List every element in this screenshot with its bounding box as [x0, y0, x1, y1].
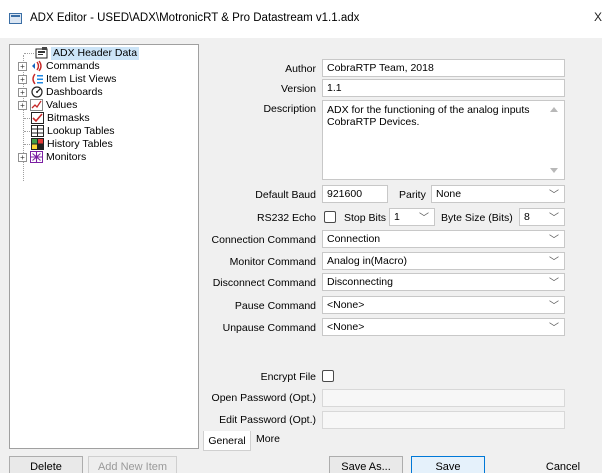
expand-icon[interactable]: + [18, 75, 27, 84]
description-label: Description [263, 103, 316, 115]
open-password-input[interactable] [322, 389, 565, 407]
default-baud-label: Default Baud [255, 189, 316, 201]
chevron-down-icon: ﹀ [549, 301, 559, 312]
parity-select[interactable]: None ﹀ [431, 185, 565, 203]
tree-item-label: Commands [46, 60, 100, 72]
tree-item-label: Lookup Tables [47, 125, 115, 137]
tree-item-adx-header-data[interactable]: ADX Header Data [14, 47, 184, 60]
chevron-down-icon: ﹀ [549, 213, 559, 224]
tab-more[interactable]: More [251, 429, 285, 449]
version-label: Version [280, 83, 316, 95]
cancel-button[interactable]: Cancel [530, 456, 596, 473]
author-label: Author [285, 63, 316, 75]
connection-command-label: Connection Command [211, 234, 316, 246]
chevron-down-icon: ﹀ [549, 323, 559, 334]
tree-item-label: Item List Views [46, 73, 117, 85]
save-button[interactable]: Save [411, 456, 485, 473]
commands-icon [30, 60, 43, 72]
default-baud-input[interactable]: 921600 [322, 185, 388, 203]
close-window-button[interactable]: X [594, 10, 602, 24]
edit-password-label: Edit Password (Opt.) [219, 414, 316, 426]
stop-bits-value: 1 [394, 211, 400, 223]
disconnect-command-value: Disconnecting [327, 276, 393, 288]
pause-command-value: <None> [327, 299, 365, 311]
connection-command-select[interactable]: Connection ﹀ [322, 230, 565, 248]
tree-item-monitors[interactable]: + Monitors [14, 151, 184, 164]
dashboards-icon [30, 86, 43, 98]
rs232-echo-checkbox[interactable] [324, 211, 336, 223]
chevron-down-icon: ﹀ [549, 190, 559, 201]
values-icon [30, 99, 43, 111]
main-client-area: ADX Header Data + Commands + Item List V… [0, 38, 602, 473]
pause-command-label: Pause Command [234, 300, 316, 312]
tree-item-dashboards[interactable]: + Dashboards [14, 86, 184, 99]
item-list-views-icon [30, 73, 43, 85]
author-input[interactable]: CobraRTP Team, 2018 [322, 59, 565, 77]
tree-item-history-tables[interactable]: History Tables [14, 138, 184, 151]
description-textarea[interactable]: ADX for the functioning of the analog in… [322, 100, 565, 180]
stop-bits-select[interactable]: 1 ﹀ [389, 208, 435, 226]
tree-item-label: Dashboards [46, 86, 103, 98]
connection-command-value: Connection [327, 233, 381, 245]
unpause-command-value: <None> [327, 321, 365, 333]
disconnect-command-select[interactable]: Disconnecting ﹀ [322, 273, 565, 291]
monitor-command-select[interactable]: Analog in(Macro) ﹀ [322, 252, 565, 270]
tree-item-item-list-views[interactable]: + Item List Views [14, 73, 184, 86]
monitor-command-value: Analog in(Macro) [327, 255, 407, 267]
window-title: ADX Editor - USED\ADX\MotronicRT & Pro D… [30, 12, 360, 24]
chevron-down-icon: ﹀ [419, 213, 429, 224]
monitor-command-label: Monitor Command [229, 256, 316, 268]
description-text: ADX for the functioning of the analog in… [327, 104, 530, 128]
header-data-form: Author CobraRTP Team, 2018 Version 1.1 D… [203, 44, 575, 451]
tab-general[interactable]: General [203, 431, 251, 451]
tree-item-values[interactable]: + Values [14, 99, 184, 112]
title-bar: ADX Editor - USED\ADX\MotronicRT & Pro D… [0, 0, 602, 38]
expand-icon[interactable]: + [18, 62, 27, 71]
rs232-echo-label: RS232 Echo [257, 212, 316, 224]
chevron-down-icon: ﹀ [549, 235, 559, 246]
expand-icon[interactable]: + [18, 153, 27, 162]
scroll-down-icon[interactable] [550, 168, 558, 173]
unpause-command-select[interactable]: <None> ﹀ [322, 318, 565, 336]
tree-item-bitmasks[interactable]: Bitmasks [14, 112, 184, 125]
tree-connector [24, 53, 34, 54]
expand-icon[interactable]: + [18, 101, 27, 110]
expand-icon[interactable]: + [18, 88, 27, 97]
stop-bits-label: Stop Bits [344, 212, 387, 224]
tree-item-label: History Tables [47, 138, 113, 150]
adx-tree-view[interactable]: ADX Header Data + Commands + Item List V… [9, 44, 199, 449]
byte-size-label: Byte Size (Bits) [441, 212, 513, 224]
tree-item-label: Bitmasks [47, 112, 90, 124]
monitors-icon [30, 151, 43, 163]
history-tables-icon [31, 138, 44, 150]
app-window-icon [9, 13, 22, 24]
edit-password-input[interactable] [322, 411, 565, 429]
parity-value: None [436, 188, 462, 200]
tree-item-label: Monitors [46, 151, 87, 163]
parity-label: Parity [399, 189, 426, 201]
version-input[interactable]: 1.1 [322, 79, 565, 97]
header-data-icon [35, 47, 48, 59]
open-password-label: Open Password (Opt.) [211, 392, 316, 404]
encrypt-file-checkbox[interactable] [322, 370, 334, 382]
bitmasks-icon [31, 112, 44, 124]
lookup-tables-icon [31, 125, 44, 137]
chevron-down-icon: ﹀ [549, 257, 559, 268]
pause-command-select[interactable]: <None> ﹀ [322, 296, 565, 314]
disconnect-command-label: Disconnect Command [212, 277, 316, 289]
scroll-up-icon[interactable] [550, 107, 558, 112]
byte-size-value: 8 [524, 211, 530, 223]
tree-item-lookup-tables[interactable]: Lookup Tables [14, 125, 184, 138]
delete-button[interactable]: Delete [9, 456, 83, 473]
add-new-item-button[interactable]: Add New Item [88, 456, 177, 473]
unpause-command-label: Unpause Command [222, 322, 316, 334]
chevron-down-icon: ﹀ [549, 278, 559, 289]
encrypt-file-label: Encrypt File [260, 371, 316, 383]
byte-size-select[interactable]: 8 ﹀ [519, 208, 565, 226]
save-as-button[interactable]: Save As... [329, 456, 403, 473]
tree-item-commands[interactable]: + Commands [14, 60, 184, 73]
tree-item-label: ADX Header Data [51, 47, 140, 60]
tree-item-label: Values [46, 99, 78, 111]
